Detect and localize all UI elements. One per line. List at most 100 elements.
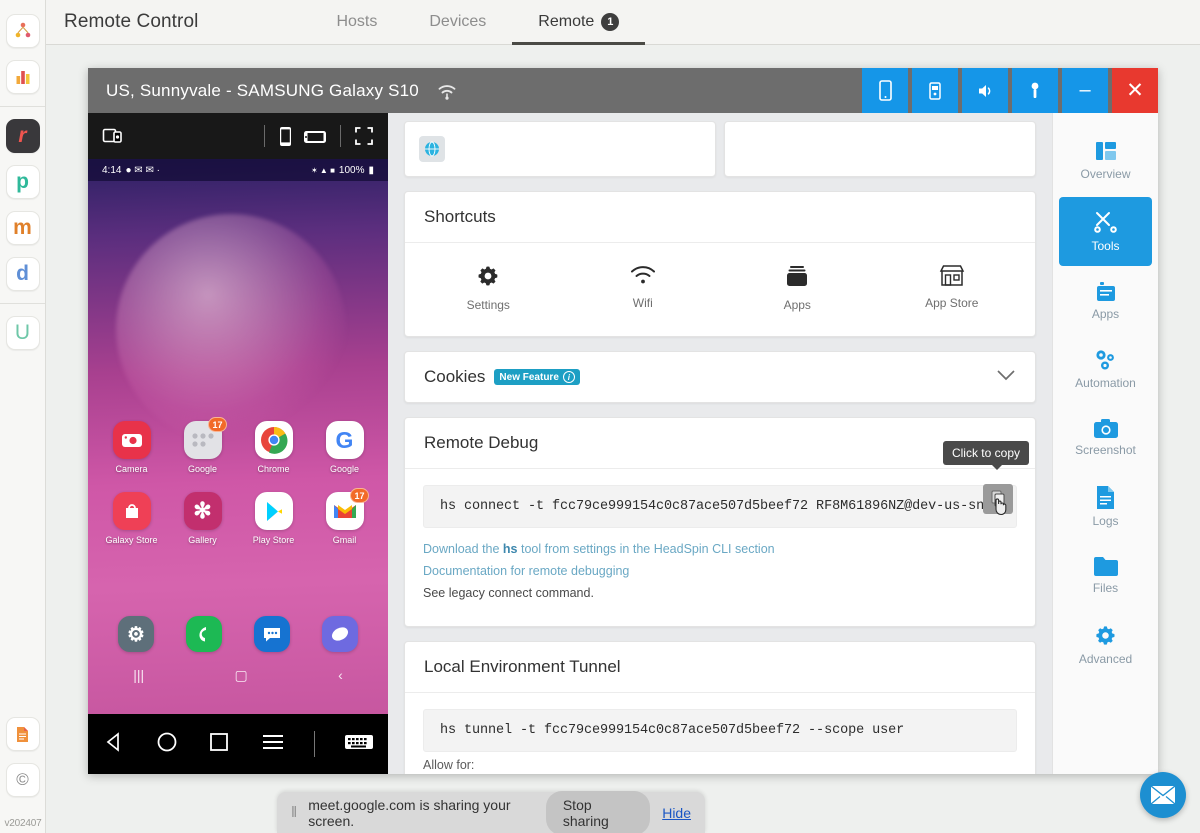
device-settings-button[interactable] bbox=[912, 68, 958, 113]
apps-icon bbox=[787, 266, 808, 286]
shortcut-label: App Store bbox=[925, 296, 979, 310]
tunnel-command[interactable]: hs tunnel -t fcc79ce999154c0c87ace507d5b… bbox=[423, 709, 1017, 753]
cookies-card[interactable]: Cookies New Feature i bbox=[404, 351, 1036, 404]
keyboard-button[interactable] bbox=[344, 732, 374, 757]
gallery-icon: ✻ bbox=[183, 492, 222, 530]
tab-devices[interactable]: Devices bbox=[403, 1, 512, 45]
galaxy-store-icon bbox=[112, 492, 151, 530]
gmail-icon: 17 bbox=[325, 488, 369, 530]
network-topology-icon[interactable] bbox=[5, 14, 40, 48]
gear-icon bbox=[1096, 625, 1115, 645]
app-icon-gmail[interactable]: 17 Gmail bbox=[309, 488, 380, 545]
google-g-icon: G bbox=[325, 421, 364, 459]
app-icon-camera[interactable]: Camera bbox=[96, 421, 167, 474]
download-hs-link[interactable]: Download the hs tool from settings in th… bbox=[423, 542, 1017, 556]
p-app-icon[interactable]: p bbox=[5, 165, 40, 199]
phone-toolbar bbox=[88, 113, 388, 159]
document-icon[interactable] bbox=[5, 717, 40, 751]
app-label: Chrome bbox=[257, 464, 290, 474]
recents-button[interactable] bbox=[207, 730, 231, 759]
app-icon-play-store[interactable]: Play Store bbox=[238, 492, 309, 545]
u-app-icon[interactable]: U bbox=[5, 316, 40, 350]
allow-for-label: Allow for: bbox=[423, 758, 475, 773]
remote-debug-card: Remote Debug Click to copy hs connect -t… bbox=[404, 417, 1036, 628]
gear-icon bbox=[478, 266, 498, 286]
tunnel-title: Local Environment Tunnel bbox=[405, 642, 1035, 694]
link-bold: hs bbox=[502, 542, 518, 557]
home-button[interactable] bbox=[155, 730, 179, 759]
documentation-link[interactable]: Documentation for remote debugging bbox=[423, 564, 1017, 578]
app-label: Gallery bbox=[188, 535, 217, 545]
shortcut-app-store[interactable]: App Store bbox=[875, 263, 1030, 312]
tool-item-apps[interactable]: Apps bbox=[1059, 269, 1152, 334]
landscape-orientation-icon[interactable] bbox=[303, 128, 327, 145]
chevron-down-icon[interactable] bbox=[996, 369, 1016, 385]
page-title: Remote Control bbox=[64, 11, 199, 32]
copyright-icon[interactable]: © bbox=[5, 763, 40, 797]
tool-label: Overview bbox=[1080, 167, 1131, 181]
tool-item-advanced[interactable]: Advanced bbox=[1059, 611, 1152, 679]
cookies-header: Cookies New Feature i bbox=[405, 352, 1035, 402]
d-app-icon[interactable]: d bbox=[5, 257, 40, 291]
app-grid: Camera 17 Google Chrome G Google Galaxy … bbox=[88, 417, 388, 545]
app-icon-galaxy-store[interactable]: Galaxy Store bbox=[96, 492, 167, 545]
tool-item-logs[interactable]: Logs bbox=[1059, 473, 1152, 541]
phone-status-bar: 4:14 ● ✉ ✉ · ✶ ▲ ■ 100% ▮ bbox=[88, 159, 388, 181]
app-label: Camera bbox=[115, 464, 148, 474]
m-app-icon[interactable]: m bbox=[5, 211, 40, 245]
copy-button[interactable] bbox=[983, 483, 1013, 515]
stop-sharing-button[interactable]: Stop sharing bbox=[545, 790, 651, 833]
shortcut-apps[interactable]: Apps bbox=[720, 263, 875, 312]
menu-button[interactable] bbox=[260, 731, 286, 758]
store-icon bbox=[939, 265, 964, 286]
shortcut-settings[interactable]: Settings bbox=[411, 263, 566, 312]
tool-item-tools[interactable]: Tools bbox=[1059, 196, 1152, 266]
back-button[interactable] bbox=[102, 730, 126, 759]
close-button[interactable]: ✕ bbox=[1112, 68, 1158, 113]
tab-hosts[interactable]: Hosts bbox=[310, 1, 403, 45]
app-icon-google-folder[interactable]: 17 Google bbox=[167, 417, 238, 474]
legacy-connect-text[interactable]: See legacy connect command. bbox=[423, 586, 1017, 600]
tool-item-files[interactable]: Files bbox=[1059, 544, 1152, 608]
tool-item-overview[interactable]: Overview bbox=[1059, 127, 1152, 194]
dock-internet-icon[interactable] bbox=[322, 616, 358, 652]
partial-card-left[interactable] bbox=[404, 121, 716, 177]
minimize-button[interactable]: – bbox=[1062, 68, 1108, 113]
phone-battery: 100% bbox=[338, 164, 365, 176]
navbar-divider bbox=[314, 731, 316, 757]
camera-icon bbox=[1093, 419, 1118, 439]
app-icon-gallery[interactable]: ✻ Gallery bbox=[167, 492, 238, 545]
nav-hint-recents: ||| bbox=[133, 667, 145, 683]
info-icon[interactable]: i bbox=[562, 371, 575, 384]
dock-settings-icon[interactable]: ⚙ bbox=[118, 616, 154, 652]
dock-phone-icon[interactable] bbox=[186, 616, 222, 652]
partial-card-right[interactable] bbox=[724, 121, 1036, 177]
device-lock-icon[interactable] bbox=[102, 126, 124, 146]
shortcut-wifi[interactable]: Wifi bbox=[566, 263, 721, 312]
badge-count: 17 bbox=[208, 417, 227, 432]
phone-view-button[interactable] bbox=[862, 68, 908, 113]
fullscreen-icon[interactable] bbox=[354, 126, 374, 146]
nav-hint-back: ‹ bbox=[338, 667, 343, 683]
app-icon-google[interactable]: G Google bbox=[309, 421, 380, 474]
phone-pane: 4:14 ● ✉ ✉ · ✶ ▲ ■ 100% ▮ Camera 17 Goog… bbox=[88, 113, 388, 774]
device-window: US, Sunnyvale - SAMSUNG Galaxy S10 – ✕ 4… bbox=[88, 68, 1158, 774]
phone-screen[interactable]: 4:14 ● ✉ ✉ · ✶ ▲ ■ 100% ▮ Camera 17 Goog… bbox=[88, 159, 388, 714]
mail-fab-button[interactable] bbox=[1140, 772, 1186, 818]
dock-messages-icon[interactable] bbox=[254, 616, 290, 652]
tool-item-automation[interactable]: Automation bbox=[1059, 336, 1152, 403]
tool-item-screenshot[interactable]: Screenshot bbox=[1059, 406, 1152, 470]
pause-icon[interactable]: ‖ bbox=[291, 804, 297, 821]
tab-remote[interactable]: Remote 1 bbox=[512, 1, 646, 45]
tab-hosts-label: Hosts bbox=[336, 12, 378, 30]
volume-button[interactable] bbox=[962, 68, 1008, 113]
portrait-orientation-icon[interactable] bbox=[278, 126, 293, 147]
r-app-icon[interactable]: r bbox=[5, 119, 40, 153]
cookies-title: Cookies bbox=[424, 367, 486, 387]
toolbar-divider bbox=[264, 125, 265, 147]
remote-debug-command[interactable]: hs connect -t fcc79ce999154c0c87ace507d5… bbox=[423, 485, 1017, 529]
bar-chart-icon[interactable] bbox=[5, 60, 40, 94]
hide-link[interactable]: Hide bbox=[662, 805, 691, 821]
app-icon-chrome[interactable]: Chrome bbox=[238, 421, 309, 474]
location-button[interactable] bbox=[1012, 68, 1058, 113]
